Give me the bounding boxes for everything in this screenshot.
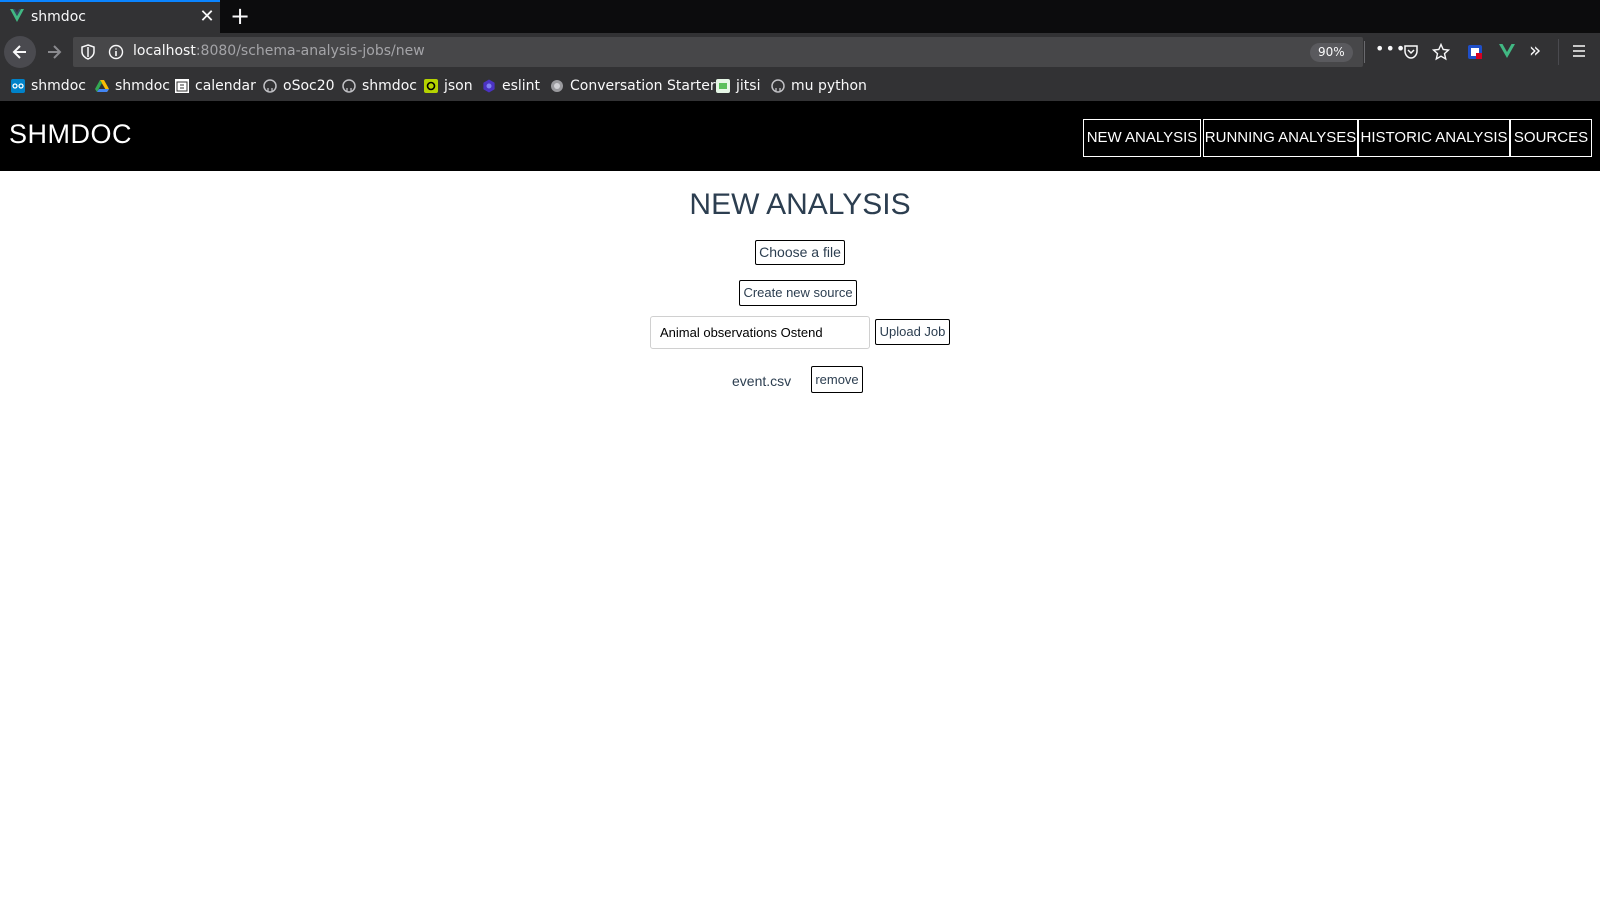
vue-devtools-icon[interactable]: [1498, 43, 1516, 59]
url-host: localhost: [133, 43, 196, 59]
eslint-icon: [483, 79, 495, 93]
bookmark-label: eslint: [502, 78, 541, 94]
arrow-left-icon: [12, 45, 26, 59]
github-icon: [342, 79, 356, 93]
source-select[interactable]: Animal observations Ostend: [650, 316, 870, 349]
bookmarks-toolbar: shmdoc shmdoc calendar oSoc20 shmdoc jso…: [0, 71, 1600, 101]
choose-file-button[interactable]: Choose a file: [755, 240, 845, 265]
nextcloud-icon: [11, 79, 25, 93]
bookmark-label: jitsi: [736, 78, 761, 94]
hamburger-menu-icon[interactable]: [1571, 44, 1587, 58]
app-header: SHMDOC NEW ANALYSIS RUNNING ANALYSES HIS…: [0, 101, 1600, 171]
bookmark-label: oSoc20: [283, 78, 335, 94]
bookmark-label: shmdoc: [115, 78, 170, 94]
back-button[interactable]: [4, 36, 36, 68]
zoom-level-badge[interactable]: 90%: [1310, 43, 1353, 62]
pocket-icon[interactable]: [1403, 44, 1419, 60]
arrow-right-icon: [48, 45, 62, 59]
github-icon: [771, 79, 785, 93]
address-bar[interactable]: localhost:8080/schema-analysis-jobs/new …: [73, 37, 1450, 67]
nav-new-analysis[interactable]: NEW ANALYSIS: [1083, 119, 1201, 157]
github-icon: [263, 79, 277, 93]
site-info-icon[interactable]: [108, 44, 124, 60]
bookmark-label: shmdoc: [31, 78, 86, 94]
bookmark-label: shmdoc: [362, 78, 417, 94]
json-icon: [424, 79, 438, 93]
bookmark-label: Conversation Starter: [570, 78, 716, 94]
brand-logo[interactable]: SHMDOC: [9, 119, 132, 150]
divider: [1364, 41, 1365, 63]
page-title: NEW ANALYSIS: [689, 188, 911, 221]
calendar-icon: [175, 79, 189, 93]
bookmark-star-icon[interactable]: [1432, 43, 1450, 61]
upload-job-button[interactable]: Upload Job: [875, 319, 950, 345]
extension-icon[interactable]: [1467, 44, 1483, 60]
remove-file-button[interactable]: remove: [811, 366, 863, 393]
page-actions-icon[interactable]: •••: [1375, 39, 1406, 58]
tab-title: shmdoc: [31, 9, 86, 25]
bookmark-label: json: [444, 78, 473, 94]
divider: [1558, 39, 1559, 65]
bookmark-label: calendar: [195, 78, 256, 94]
overflow-menu-icon[interactable]: »: [1529, 38, 1541, 62]
globe-icon: [551, 80, 563, 92]
tracking-protection-icon[interactable]: [81, 44, 95, 60]
jitsi-icon: [716, 79, 730, 93]
forward-button[interactable]: [38, 36, 70, 68]
browser-tab-strip: shmdoc ✕ +: [0, 0, 1600, 33]
url-text[interactable]: localhost:8080/schema-analysis-jobs/new: [133, 43, 425, 59]
new-tab-button[interactable]: +: [225, 2, 255, 32]
browser-toolbar: localhost:8080/schema-analysis-jobs/new …: [0, 33, 1600, 71]
browser-tab[interactable]: shmdoc ✕: [0, 0, 220, 33]
url-path: :8080/schema-analysis-jobs/new: [195, 43, 425, 59]
nav-running-analyses[interactable]: RUNNING ANALYSES: [1203, 119, 1358, 157]
create-source-button[interactable]: Create new source: [739, 280, 857, 306]
nav-sources[interactable]: SOURCES: [1510, 119, 1592, 157]
google-drive-icon: [95, 80, 109, 92]
bookmark-label: mu python: [791, 78, 867, 94]
nav-historic-analysis[interactable]: HISTORIC ANALYSIS: [1358, 119, 1510, 157]
selected-file-name: event.csv: [732, 373, 792, 389]
tab-close-icon[interactable]: ✕: [197, 6, 217, 28]
vue-logo-icon: [10, 9, 24, 22]
